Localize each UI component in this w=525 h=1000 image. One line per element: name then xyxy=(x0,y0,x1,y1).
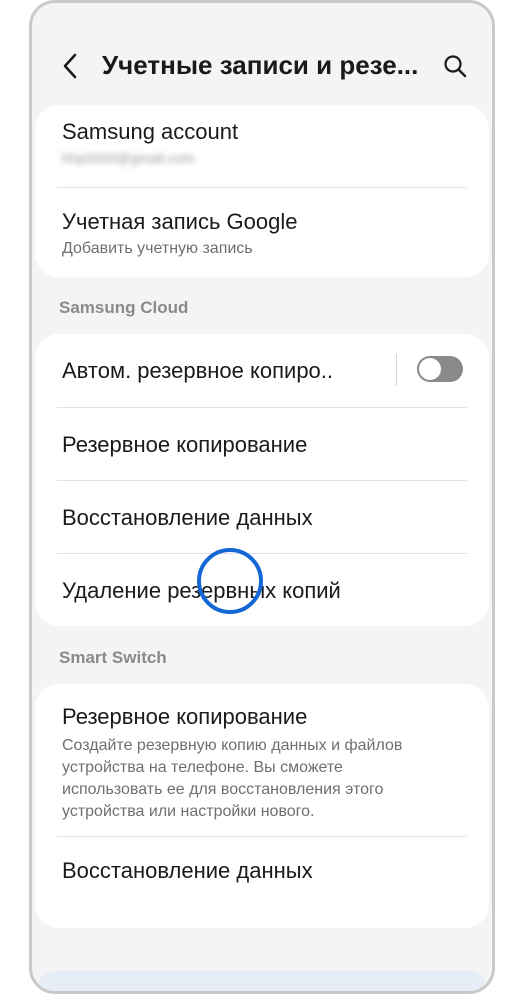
search-icon xyxy=(444,55,467,78)
switch-backup-item[interactable]: Резервное копирование Создайте резервную… xyxy=(35,684,489,836)
samsung-account-title: Samsung account xyxy=(62,119,239,144)
switch-backup-description: Создайте резервную копию данных и файлов… xyxy=(62,737,403,820)
search-button[interactable] xyxy=(442,53,468,79)
toggle-knob xyxy=(419,358,441,380)
samsung-account-item[interactable]: Samsung account hhp0000@gmail.com xyxy=(35,105,489,187)
switch-backup-label: Резервное копирование xyxy=(62,704,308,729)
google-account-subtitle: Добавить учетную запись xyxy=(62,240,253,257)
cloud-backup-item[interactable]: Резервное копирование xyxy=(35,408,489,481)
cloud-restore-label: Восстановление данных xyxy=(62,505,313,530)
google-account-title: Учетная запись Google xyxy=(62,209,298,234)
bottom-bar xyxy=(35,971,489,991)
cloud-backup-label: Резервное копирование xyxy=(62,432,308,457)
section-label-smart-switch: Smart Switch xyxy=(59,648,167,667)
switch-restore-item[interactable]: Восстановление данных xyxy=(35,837,489,909)
top-app-bar: Учетные записи и резе... xyxy=(32,3,492,103)
section-label-samsung-cloud: Samsung Cloud xyxy=(59,298,189,317)
phone-frame: Учетные записи и резе... Samsung account… xyxy=(29,0,495,994)
toggle-separator xyxy=(396,354,397,386)
delete-backups-label: Удаление резервных копий xyxy=(62,578,341,603)
auto-backup-item[interactable]: Автом. резервное копиро.. xyxy=(35,334,489,407)
auto-backup-toggle[interactable] xyxy=(417,356,463,382)
chevron-left-icon xyxy=(63,53,77,79)
auto-backup-label: Автом. резервное копиро.. xyxy=(62,358,334,383)
page-title: Учетные записи и резе... xyxy=(102,50,419,80)
samsung-cloud-card: Автом. резервное копиро.. Резервное копи… xyxy=(35,334,489,626)
accounts-card: Samsung account hhp0000@gmail.com Учетна… xyxy=(35,105,489,277)
cloud-restore-item[interactable]: Восстановление данных xyxy=(35,481,489,554)
switch-restore-label: Восстановление данных xyxy=(62,858,313,883)
google-account-item[interactable]: Учетная запись Google Добавить учетную з… xyxy=(35,188,489,277)
smart-switch-card: Резервное копирование Создайте резервную… xyxy=(35,684,489,928)
delete-backups-item[interactable]: Удаление резервных копий xyxy=(35,554,489,626)
back-button[interactable] xyxy=(58,51,82,81)
samsung-account-email: hhp0000@gmail.com xyxy=(62,150,195,166)
